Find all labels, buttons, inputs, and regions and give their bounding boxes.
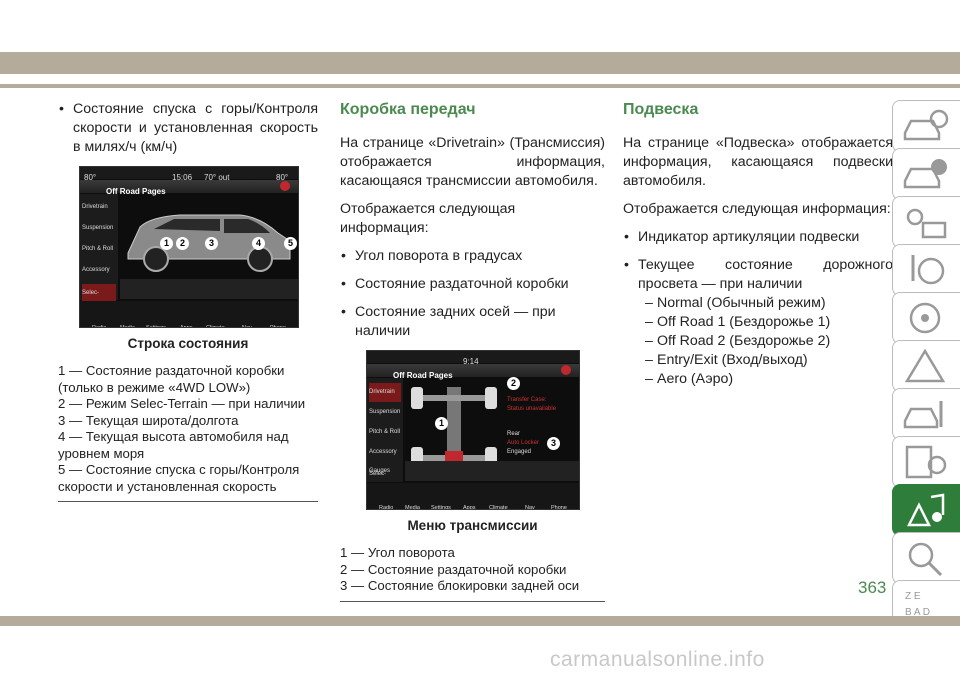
multimedia-icon — [906, 493, 945, 527]
column-1: Состояние спуска с горы/Контроля скорост… — [58, 100, 318, 502]
legend-item: 1 — Угол поворота — [340, 545, 455, 560]
tab-safety[interactable] — [892, 340, 960, 392]
screen-menu-item: Pitch & Roll — [82, 246, 114, 252]
dash-item: Off Road 2 (Бездорожье 2) — [623, 332, 893, 351]
figure-caption: Строка состояния — [127, 336, 249, 351]
tab-search[interactable] — [892, 532, 960, 584]
legend-item: 1 — Состояние раздаточной коробки (тольк… — [58, 363, 285, 395]
callout-5: 5 — [284, 237, 297, 250]
screen-menu-item: Drivetrain — [82, 204, 108, 210]
callout-2: 2 — [176, 237, 189, 250]
tab-starting[interactable] — [892, 244, 960, 296]
bullet-item: Угол поворота в градусах — [340, 247, 605, 266]
screen-nav-phone: Phone — [551, 505, 567, 510]
legend-item: 2 — Режим Selec-Terrain — при наличии — [58, 396, 306, 411]
index-icon: Z EB A D — [905, 591, 930, 618]
screen-nav-apps: Apps — [180, 325, 193, 328]
tab-driving[interactable] — [892, 292, 960, 344]
dash-item: Off Road 1 (Бездорожье 1) — [623, 313, 893, 332]
header-rule — [0, 84, 960, 88]
screen-nav-phone: Phone — [270, 325, 286, 328]
column-2: Коробка передач На странице «Drivetrain»… — [340, 100, 605, 602]
screen-menu-item: Suspension — [82, 225, 114, 231]
legend-item: 2 — Состояние раздаточной коробки — [340, 561, 567, 577]
search-icon — [908, 542, 943, 577]
dashboard-lights-icon — [906, 208, 947, 239]
bullet-item: Состояние задних осей — при наличии — [340, 303, 605, 341]
screen-nav-media: Media — [120, 325, 135, 328]
driving-icon — [909, 302, 941, 334]
tab-car-warning[interactable] — [892, 148, 960, 200]
legend-item: 4 — Текущая высота автомобиля над уровне… — [58, 429, 289, 461]
figure-drivetrain-screen: 9:14 Off Road Pages Drivetrain Suspensio… — [366, 350, 580, 510]
legend-item: 3 — Состояние блокировки задней оси — [340, 578, 580, 593]
bullet-item: Состояние раздаточной коробки — [340, 275, 605, 294]
footer-rule — [0, 616, 960, 626]
bullet-text: Состояние спуска с горы/Контроля скорост… — [58, 100, 318, 157]
safety-icon — [904, 348, 946, 383]
screen-menu-item: Pitch & Roll — [369, 429, 401, 435]
tab-multimedia[interactable] — [892, 484, 960, 536]
callout-4: 4 — [252, 237, 265, 250]
figure-caption: Меню трансмиссии — [407, 518, 538, 533]
car-warning-icon — [903, 159, 947, 189]
screen-nav-climate: Climate — [206, 325, 225, 328]
legend-item: 3 — Текущая широта/долгота — [58, 412, 239, 428]
tab-car-info[interactable] — [892, 100, 960, 152]
screen-nav-nav: Nav — [525, 505, 535, 510]
screen-menu-item: Suspension — [369, 409, 401, 415]
callout-3: 3 — [547, 437, 560, 450]
transfer-case-status: Status unavailable — [507, 406, 557, 412]
svg-text:Z E: Z E — [905, 591, 921, 602]
tab-specs[interactable] — [892, 436, 960, 488]
screen-nav-settings: Settings — [146, 325, 166, 328]
starting-icon — [911, 255, 945, 285]
callout-1: 1 — [435, 417, 448, 430]
rear-status: Engaged — [507, 449, 532, 455]
dash-item: Entry/Exit (Вход/выход) — [623, 351, 893, 370]
callout-1: 1 — [160, 237, 173, 250]
figure-status-line-screen: 80° 15:06 70° out 80° Off Road Pages Dri… — [79, 166, 299, 328]
screen-menu-item: Drivetrain — [369, 383, 401, 402]
figure-legend: 1 — Угол поворота 2 — Состояние раздаточ… — [340, 545, 605, 602]
column-3: Подвеска На странице «Подвеска» отобража… — [623, 100, 893, 389]
page-number: 363 — [858, 578, 887, 597]
car-info-icon — [903, 109, 949, 141]
legend-item: 5 — Состояние спуска с горы/Контроля ско… — [58, 462, 300, 494]
bullet-item: Индикатор артикуляции подвески — [623, 228, 893, 247]
screen-nav-radio: Radio — [379, 505, 394, 510]
screen-nav-media: Media — [405, 505, 420, 510]
paragraph: На странице «Подвеска» отображается инфо… — [623, 135, 893, 189]
tab-maintenance[interactable] — [892, 388, 960, 440]
watermark: carmanualsonline.info — [550, 648, 765, 671]
screen-nav-settings: Settings — [431, 505, 451, 510]
callout-3: 3 — [205, 237, 218, 250]
screen-nav-nav: Nav — [242, 325, 252, 328]
figure-legend: 1 — Состояние раздаточной коробки (тольк… — [58, 363, 318, 502]
maintenance-icon — [903, 401, 943, 429]
screen-nav-climate: Climate — [489, 505, 508, 510]
tab-dashboard-lights[interactable] — [892, 196, 960, 248]
header-band — [0, 52, 960, 74]
specs-icon — [905, 445, 947, 479]
bullet-item: Текущее состояние дорожного просвета — п… — [623, 256, 893, 294]
dash-item: Aero (Аэро) — [623, 370, 893, 389]
screen-nav-radio: Radio — [92, 325, 107, 328]
paragraph: Отображается следующая информация: — [340, 201, 516, 236]
paragraph: На странице «Drivetrain» (Трансмиссия) о… — [340, 135, 605, 189]
section-heading: Подвеска — [623, 101, 699, 118]
close-icon — [561, 365, 571, 375]
screen-nav-apps: Apps — [463, 505, 476, 510]
section-heading: Коробка передач — [340, 101, 476, 118]
callout-2: 2 — [507, 377, 520, 390]
dash-item: Normal (Обычный режим) — [623, 294, 893, 313]
close-icon — [280, 181, 290, 191]
paragraph: Отображается следующая информация: — [623, 201, 891, 217]
